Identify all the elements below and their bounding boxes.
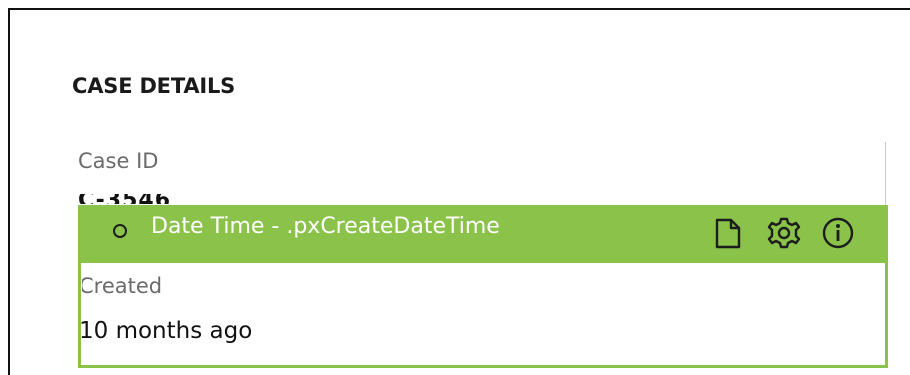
copy-icon[interactable] [713, 216, 743, 250]
created-label: Created [79, 274, 163, 298]
property-type-dot-icon [113, 224, 127, 238]
property-name-label: Date Time - .pxCreateDateTime [151, 214, 500, 239]
case-id-value: C-3546 [78, 194, 278, 204]
gear-icon[interactable] [766, 216, 802, 250]
info-icon[interactable] [820, 216, 856, 250]
created-field-highlight [78, 263, 888, 368]
section-title: CASE DETAILS [72, 74, 236, 98]
case-id-label: Case ID [78, 149, 159, 173]
created-value: 10 months ago [79, 318, 253, 344]
